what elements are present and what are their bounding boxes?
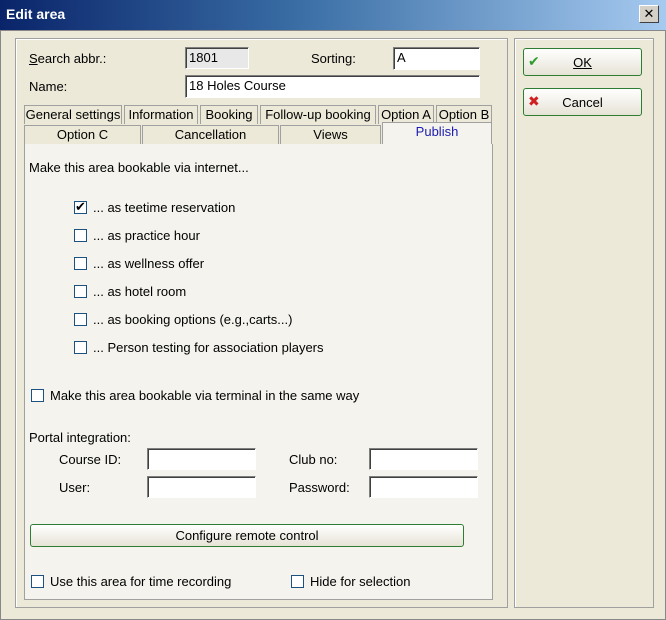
option-booking-options-label: ... as booking options (e.g.,carts...) bbox=[93, 312, 293, 327]
tab-general-settings[interactable]: General settings bbox=[24, 105, 122, 124]
close-button[interactable]: ✕ bbox=[639, 5, 659, 23]
checkbox-teetime[interactable] bbox=[74, 199, 87, 215]
window-title: Edit area bbox=[6, 6, 66, 22]
club-no-label: Club no: bbox=[289, 452, 338, 467]
checkbox-booking-options[interactable] bbox=[74, 313, 87, 326]
internet-intro-text: Make this area bookable via internet... bbox=[29, 160, 249, 175]
option-person-testing-label: ... Person testing for association playe… bbox=[93, 340, 324, 355]
tab-booking[interactable]: Booking bbox=[200, 105, 258, 124]
ok-button[interactable]: ✔ OK bbox=[523, 48, 642, 76]
course-id-field[interactable] bbox=[147, 448, 256, 470]
close-icon: ✕ bbox=[643, 6, 655, 21]
terminal-option-label: Make this area bookable via terminal in … bbox=[50, 388, 360, 403]
configure-remote-control-button[interactable]: Configure remote control bbox=[30, 524, 464, 547]
option-practice-hour-label: ... as practice hour bbox=[93, 228, 200, 243]
user-field[interactable] bbox=[147, 476, 256, 498]
tab-follow-up-booking[interactable]: Follow-up booking bbox=[260, 105, 376, 124]
button-panel bbox=[514, 38, 654, 608]
checkbox-time-recording[interactable] bbox=[31, 575, 44, 588]
password-label: Password: bbox=[289, 480, 350, 495]
tab-views[interactable]: Views bbox=[280, 125, 381, 144]
sorting-label: Sorting: bbox=[311, 51, 356, 66]
name-field[interactable]: 18 Holes Course bbox=[185, 75, 480, 98]
name-label: Name: bbox=[29, 79, 68, 94]
tab-information[interactable]: Information bbox=[124, 105, 198, 124]
tab-option-c[interactable]: Option C bbox=[24, 125, 141, 144]
checkbox-person-testing[interactable] bbox=[74, 341, 87, 354]
user-label: User: bbox=[59, 480, 91, 495]
sorting-field[interactable]: A bbox=[393, 47, 480, 70]
hide-selection-label: Hide for selection bbox=[310, 574, 411, 589]
club-no-field[interactable] bbox=[369, 448, 478, 470]
password-field[interactable] bbox=[369, 476, 478, 498]
option-hotel-room-label: ... as hotel room bbox=[93, 284, 187, 299]
search-abbr-label-text: earch abbr.: bbox=[37, 51, 107, 66]
checkbox-practice-hour[interactable] bbox=[74, 229, 87, 242]
cancel-button[interactable]: ✖ Cancel bbox=[523, 88, 642, 116]
tab-publish[interactable]: Publish bbox=[382, 122, 492, 144]
search-abbr-field[interactable]: 1801 bbox=[185, 47, 249, 69]
cancel-label: Cancel bbox=[562, 95, 603, 110]
checkbox-wellness[interactable] bbox=[74, 257, 87, 270]
time-recording-label: Use this area for time recording bbox=[50, 574, 232, 589]
portal-heading: Portal integration: bbox=[29, 430, 131, 445]
option-teetime-label: ... as teetime reservation bbox=[93, 200, 236, 215]
course-id-label: Course ID: bbox=[59, 452, 122, 467]
checkbox-hide-selection[interactable] bbox=[291, 575, 304, 588]
checkbox-terminal[interactable] bbox=[31, 389, 44, 402]
title-bar: Edit area ✕ bbox=[0, 0, 666, 30]
checkbox-hotel-room[interactable] bbox=[74, 285, 87, 298]
search-abbr-label: Search abbr.: bbox=[29, 51, 107, 66]
ok-label: OK bbox=[573, 55, 592, 70]
tab-cancellation[interactable]: Cancellation bbox=[142, 125, 279, 144]
option-wellness-label: ... as wellness offer bbox=[93, 256, 205, 271]
